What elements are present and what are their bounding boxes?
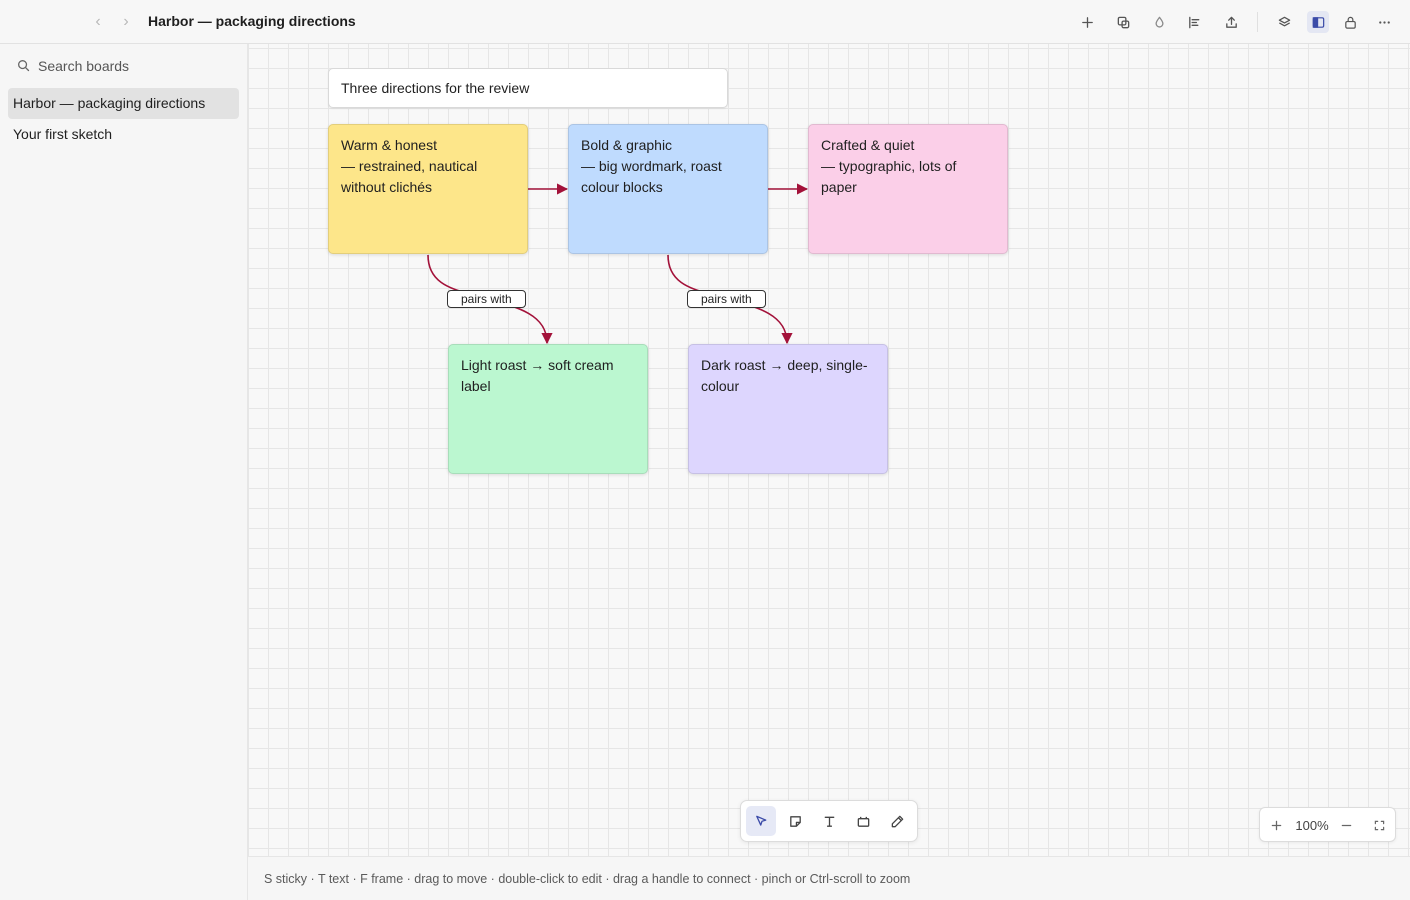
whiteboard-canvas[interactable]: Three directions for the review Warm & h… — [248, 44, 1410, 856]
pen-icon — [891, 815, 903, 827]
fit-to-screen-button[interactable] — [1369, 815, 1389, 835]
plus-icon[interactable] — [1076, 11, 1098, 33]
zoom-controls: 100% — [1259, 807, 1396, 842]
plus-icon — [1271, 820, 1281, 830]
sidebar-toggle-icon[interactable] — [1307, 11, 1329, 33]
select-icon — [755, 815, 766, 826]
sticky-light-roast[interactable]: Light roast → soft cream label — [448, 344, 648, 474]
edge-label-pairs-with[interactable]: pairs with — [447, 290, 526, 308]
forward-button[interactable]: › — [117, 12, 135, 32]
top-bar: ‹ › Harbor — packaging directions — [0, 0, 1410, 44]
layers-icon[interactable] — [1273, 11, 1295, 33]
toolbar-divider — [1257, 12, 1258, 32]
sticky-bold-graphic[interactable]: Bold & graphic — big wordmark, roast col… — [568, 124, 768, 254]
duplicate-icon[interactable] — [1112, 11, 1134, 33]
sticky-tool[interactable] — [780, 806, 810, 836]
sticky-warm-honest[interactable]: Warm & honest — restrained, nautical wit… — [328, 124, 528, 254]
sticky-crafted-quiet[interactable]: Crafted & quiet — typographic, lots of p… — [808, 124, 1008, 254]
tool-palette — [740, 800, 918, 842]
more-icon[interactable] — [1373, 11, 1395, 33]
lock-icon[interactable] — [1339, 11, 1361, 33]
keyboard-hints: S sticky · T text · F frame · drag to mo… — [264, 872, 911, 886]
search-icon — [18, 60, 30, 72]
frame-tool[interactable] — [848, 806, 878, 836]
fill-drop-icon[interactable] — [1148, 11, 1170, 33]
sticky-dark-roast[interactable]: Dark roast → deep, single- colour — [688, 344, 888, 474]
status-bar: S sticky · T text · F frame · drag to mo… — [248, 856, 1410, 900]
title-text-card[interactable]: Three directions for the review — [328, 68, 728, 108]
board-title: Harbor — packaging directions — [148, 13, 356, 29]
sidebar: Harbor — packaging directions Your first… — [0, 44, 248, 900]
minus-icon — [1341, 824, 1351, 826]
text-icon — [824, 816, 834, 827]
fit-screen-icon — [1374, 820, 1384, 830]
share-icon[interactable] — [1220, 11, 1242, 33]
select-tool[interactable] — [746, 806, 776, 836]
zoom-out-button[interactable] — [1336, 815, 1356, 835]
sticky-icon — [789, 815, 801, 827]
sidebar-item-harbor-packaging-directions[interactable]: Harbor — packaging directions — [8, 88, 239, 119]
pen-tool[interactable] — [882, 806, 912, 836]
align-left-icon[interactable] — [1183, 11, 1205, 33]
sidebar-item-your-first-sketch[interactable]: Your first sketch — [8, 119, 239, 150]
edge-label-pairs-with[interactable]: pairs with — [687, 290, 766, 308]
search-box[interactable] — [8, 54, 240, 78]
zoom-in-button[interactable] — [1266, 815, 1286, 835]
text-tool[interactable] — [814, 806, 844, 836]
frame-icon — [857, 816, 869, 827]
zoom-level: 100% — [1295, 818, 1329, 833]
search-input[interactable] — [38, 55, 238, 77]
back-button[interactable]: ‹ — [89, 12, 107, 32]
